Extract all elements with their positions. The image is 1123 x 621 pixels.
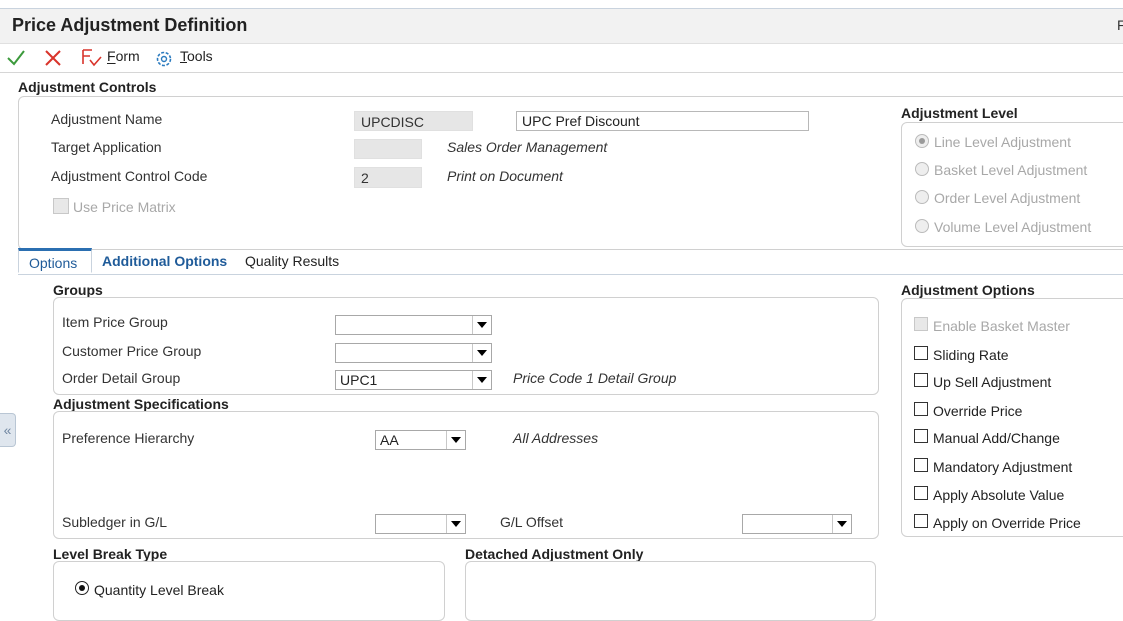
chevron-down-icon[interactable] bbox=[472, 371, 491, 389]
detached-panel bbox=[465, 561, 876, 621]
sidebar-collapse-toggle[interactable]: « bbox=[0, 413, 16, 447]
sliding-rate-checkbox[interactable] bbox=[914, 346, 928, 360]
manual-add-change-checkbox[interactable] bbox=[914, 429, 928, 443]
apply-on-override-price-checkbox[interactable] bbox=[914, 514, 928, 528]
detached-heading: Detached Adjustment Only bbox=[465, 546, 644, 562]
order-level-label: Order Level Adjustment bbox=[934, 190, 1081, 206]
tab-quality-results[interactable]: Quality Results bbox=[245, 249, 339, 274]
order-detail-group-value: UPC1 bbox=[340, 372, 378, 388]
customer-price-group-label: Customer Price Group bbox=[62, 343, 202, 359]
adjustment-control-code-label: Adjustment Control Code bbox=[51, 168, 208, 184]
up-sell-label: Up Sell Adjustment bbox=[933, 374, 1052, 390]
use-price-matrix-checkbox bbox=[53, 198, 69, 214]
order-detail-group-label: Order Detail Group bbox=[62, 370, 181, 386]
order-level-radio bbox=[915, 190, 929, 204]
basket-level-label: Basket Level Adjustment bbox=[934, 162, 1088, 178]
title-right-text: F bbox=[1117, 17, 1123, 33]
subledger-select[interactable] bbox=[375, 514, 466, 534]
enable-basket-master-label: Enable Basket Master bbox=[933, 318, 1070, 334]
level-break-heading: Level Break Type bbox=[53, 546, 168, 562]
target-application-desc: Sales Order Management bbox=[447, 139, 608, 155]
apply-on-override-price-label: Apply on Override Price bbox=[933, 515, 1081, 531]
preference-hierarchy-desc: All Addresses bbox=[513, 430, 599, 446]
order-detail-group-select[interactable]: UPC1 bbox=[335, 370, 492, 390]
preference-hierarchy-label: Preference Hierarchy bbox=[62, 430, 195, 446]
checkmark-icon bbox=[7, 50, 25, 66]
preference-hierarchy-select[interactable]: AA bbox=[375, 430, 466, 450]
form-menu-button[interactable]: Form bbox=[80, 47, 142, 69]
enable-basket-master-checkbox bbox=[914, 317, 928, 331]
chevron-down-icon[interactable] bbox=[472, 316, 491, 334]
basket-level-radio bbox=[915, 162, 929, 176]
adjustment-name-label: Adjustment Name bbox=[51, 111, 163, 127]
chevron-down-icon[interactable] bbox=[832, 515, 851, 533]
chevron-down-icon[interactable] bbox=[446, 515, 465, 533]
adjustment-level-heading: Adjustment Level bbox=[901, 105, 1018, 121]
page-title: Price Adjustment Definition bbox=[12, 15, 248, 35]
mandatory-adjustment-checkbox[interactable] bbox=[914, 458, 928, 472]
preference-hierarchy-value: AA bbox=[380, 432, 399, 448]
tools-menu-label: Tools bbox=[180, 48, 213, 64]
gear-icon bbox=[156, 51, 172, 67]
form-icon bbox=[82, 49, 102, 67]
adjustment-controls-heading: Adjustment Controls bbox=[18, 79, 157, 95]
quantity-level-break-label: Quantity Level Break bbox=[94, 582, 224, 598]
form-menu-label: Form bbox=[107, 48, 140, 64]
quantity-level-break-radio[interactable] bbox=[75, 581, 89, 595]
sliding-rate-label: Sliding Rate bbox=[933, 347, 1009, 363]
gl-offset-select[interactable] bbox=[742, 514, 852, 534]
chevron-down-icon[interactable] bbox=[446, 431, 465, 449]
use-price-matrix-label: Use Price Matrix bbox=[73, 199, 176, 215]
adjustment-control-code-desc: Print on Document bbox=[447, 168, 563, 184]
adjustment-name-desc-input[interactable]: UPC Pref Discount bbox=[516, 111, 809, 131]
gl-offset-label: G/L Offset bbox=[500, 514, 564, 530]
adjustment-options-heading: Adjustment Options bbox=[901, 282, 1035, 298]
line-level-radio bbox=[915, 134, 929, 148]
manual-add-change-label: Manual Add/Change bbox=[933, 430, 1060, 446]
override-price-label: Override Price bbox=[933, 403, 1023, 419]
customer-price-group-select[interactable] bbox=[335, 343, 492, 363]
target-application-field bbox=[354, 139, 422, 159]
volume-level-radio bbox=[915, 219, 929, 233]
line-level-label: Line Level Adjustment bbox=[934, 134, 1071, 150]
adjustment-specs-heading: Adjustment Specifications bbox=[53, 396, 229, 412]
adjustment-control-code-field: 2 bbox=[354, 167, 422, 188]
groups-heading: Groups bbox=[53, 282, 103, 298]
override-price-checkbox[interactable] bbox=[914, 402, 928, 416]
item-price-group-select[interactable] bbox=[335, 315, 492, 335]
top-border bbox=[0, 0, 1123, 9]
item-price-group-label: Item Price Group bbox=[62, 314, 168, 330]
ok-button[interactable] bbox=[6, 48, 26, 68]
up-sell-checkbox[interactable] bbox=[914, 373, 928, 387]
tools-menu-button[interactable]: Tools bbox=[154, 47, 218, 69]
adjustment-name-code-field: UPCDISC bbox=[354, 111, 473, 131]
volume-level-label: Volume Level Adjustment bbox=[934, 219, 1092, 235]
chevron-down-icon[interactable] bbox=[472, 344, 491, 362]
order-detail-group-desc: Price Code 1 Detail Group bbox=[513, 370, 677, 386]
apply-absolute-value-label: Apply Absolute Value bbox=[933, 487, 1065, 503]
close-icon bbox=[45, 50, 61, 66]
apply-absolute-value-checkbox[interactable] bbox=[914, 486, 928, 500]
tab-options[interactable]: Options bbox=[18, 248, 92, 273]
subledger-label: Subledger in G/L bbox=[62, 514, 168, 530]
target-application-label: Target Application bbox=[51, 139, 162, 155]
tab-additional-options[interactable]: Additional Options bbox=[102, 249, 227, 274]
mandatory-adjustment-label: Mandatory Adjustment bbox=[933, 459, 1073, 475]
cancel-button[interactable] bbox=[43, 48, 63, 68]
